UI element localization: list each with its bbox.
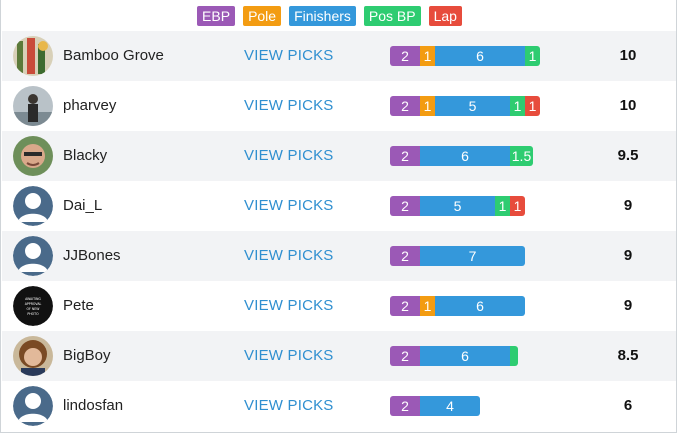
player-name: pharvey (63, 97, 117, 114)
view-picks-link[interactable]: VIEW PICKS (244, 181, 334, 231)
avatar (13, 86, 53, 126)
bar-segment-pole: 1 (420, 46, 435, 66)
legend-finishers: Finishers (289, 6, 356, 26)
svg-text:APPROVAL: APPROVAL (25, 302, 42, 306)
legend-pos-bp: Pos BP (363, 6, 421, 26)
leaderboard-list: Bamboo Grove VIEW PICKS 2 1 6 1 10 pharvey VIEW … (2, 31, 676, 431)
bar-segment-finishers: 6 (435, 46, 525, 66)
player-name: JJBones (63, 247, 121, 264)
bar-segment-ebp: 2 (390, 196, 420, 216)
bar-segment-pos-bp: 1 (525, 46, 540, 66)
avatar (13, 236, 53, 276)
avatar (13, 386, 53, 426)
total-score: 6 (623, 397, 633, 414)
bar-segment-finishers: 4 (420, 396, 480, 416)
avatar (13, 336, 53, 376)
points-bar: 26 (390, 346, 518, 366)
bar-segment-ebp: 2 (390, 46, 420, 66)
total-score: 9 (623, 297, 633, 314)
avatar (13, 186, 53, 226)
total-score: 9.5 (617, 147, 639, 164)
total-score: 10 (619, 47, 637, 64)
points-bar: 27 (390, 246, 525, 266)
player-name: Pete (63, 297, 94, 314)
total-score: 10 (619, 97, 637, 114)
bar-segment-ebp: 2 (390, 396, 420, 416)
table-row: AWAITING APPROVAL OF NEW PHOTO Pete VIEW PICK… (2, 281, 676, 331)
bar-segment-ebp: 2 (390, 96, 420, 116)
view-picks-link[interactable]: VIEW PICKS (244, 281, 334, 331)
bar-segment-finishers: 6 (435, 296, 525, 316)
bar-segment-ebp: 2 (390, 346, 420, 366)
bar-segment-lap: 1 (525, 96, 540, 116)
bar-segment-finishers: 7 (420, 246, 525, 266)
table-row: lindosfan VIEW PICKS 2 4 6 (2, 381, 676, 431)
bar-segment-pole: 1 (420, 96, 435, 116)
avatar (13, 136, 53, 176)
leaderboard-panel: EBP Pole Finishers Pos BP Lap Bamboo Grove VI… (0, 0, 677, 433)
view-picks-link[interactable]: VIEW PICKS (244, 81, 334, 131)
bar-segment-lap: 1 (510, 196, 525, 216)
view-picks-link[interactable]: VIEW PICKS (244, 131, 334, 181)
view-picks-link[interactable]: VIEW PICKS (244, 31, 334, 81)
legend-pole: Pole (243, 6, 282, 26)
avatar: AWAITING APPROVAL OF NEW PHOTO (13, 286, 53, 326)
view-picks-link[interactable]: VIEW PICKS (244, 331, 334, 381)
table-row: JJBones VIEW PICKS 2 7 9 (2, 231, 676, 281)
bar-segment-ebp: 2 (390, 296, 420, 316)
bar-segment-ebp: 2 (390, 246, 420, 266)
points-bar: 2161 (390, 46, 540, 66)
bar-segment-finishers: 6 (420, 346, 510, 366)
bar-segment-finishers: 6 (420, 146, 510, 166)
points-bar: 2 6 1.5 (390, 146, 533, 166)
view-picks-link[interactable]: VIEW PICKS (244, 231, 334, 281)
bar-segment-finishers: 5 (420, 196, 495, 216)
total-score: 8.5 (617, 347, 639, 364)
legend: EBP Pole Finishers Pos BP Lap (1, 6, 677, 26)
svg-text:PHOTO: PHOTO (27, 312, 39, 316)
legend-lap: Lap (428, 6, 462, 26)
bar-segment-pos-bp: 1 (510, 96, 525, 116)
table-row: BigBoy VIEW PICKS 2 6 8.5 (2, 331, 676, 381)
points-bar: 21511 (390, 96, 540, 116)
player-name: BigBoy (63, 347, 111, 364)
svg-text:AWAITING: AWAITING (25, 297, 41, 301)
view-picks-link[interactable]: VIEW PICKS (244, 381, 334, 431)
table-row: Dai_L VIEW PICKS 2 5 1 1 9 (2, 181, 676, 231)
bar-segment-pos-bp: 1 (495, 196, 510, 216)
bar-segment-finishers: 5 (435, 96, 510, 116)
bar-segment-pos-bp (510, 346, 518, 366)
player-name: Blacky (63, 147, 108, 164)
points-bar: 216 (390, 296, 525, 316)
bar-segment-pos-bp: 1.5 (510, 146, 533, 166)
table-row: Blacky VIEW PICKS 2 6 1.5 9.5 (2, 131, 676, 181)
player-name: Dai_L (63, 197, 103, 214)
bar-segment-ebp: 2 (390, 146, 420, 166)
svg-text:OF NEW: OF NEW (27, 307, 41, 311)
points-bar: 2511 (390, 196, 525, 216)
table-row: Bamboo Grove VIEW PICKS 2 1 6 1 10 (2, 31, 676, 81)
avatar (13, 36, 53, 76)
points-bar: 24 (390, 396, 480, 416)
total-score: 9 (623, 247, 633, 264)
player-name: Bamboo Grove (63, 47, 164, 64)
legend-ebp: EBP (197, 6, 236, 26)
bar-segment-pole: 1 (420, 296, 435, 316)
player-name: lindosfan (63, 397, 124, 414)
total-score: 9 (623, 197, 633, 214)
table-row: pharvey VIEW PICKS 2 1 5 1 1 10 (2, 81, 676, 131)
